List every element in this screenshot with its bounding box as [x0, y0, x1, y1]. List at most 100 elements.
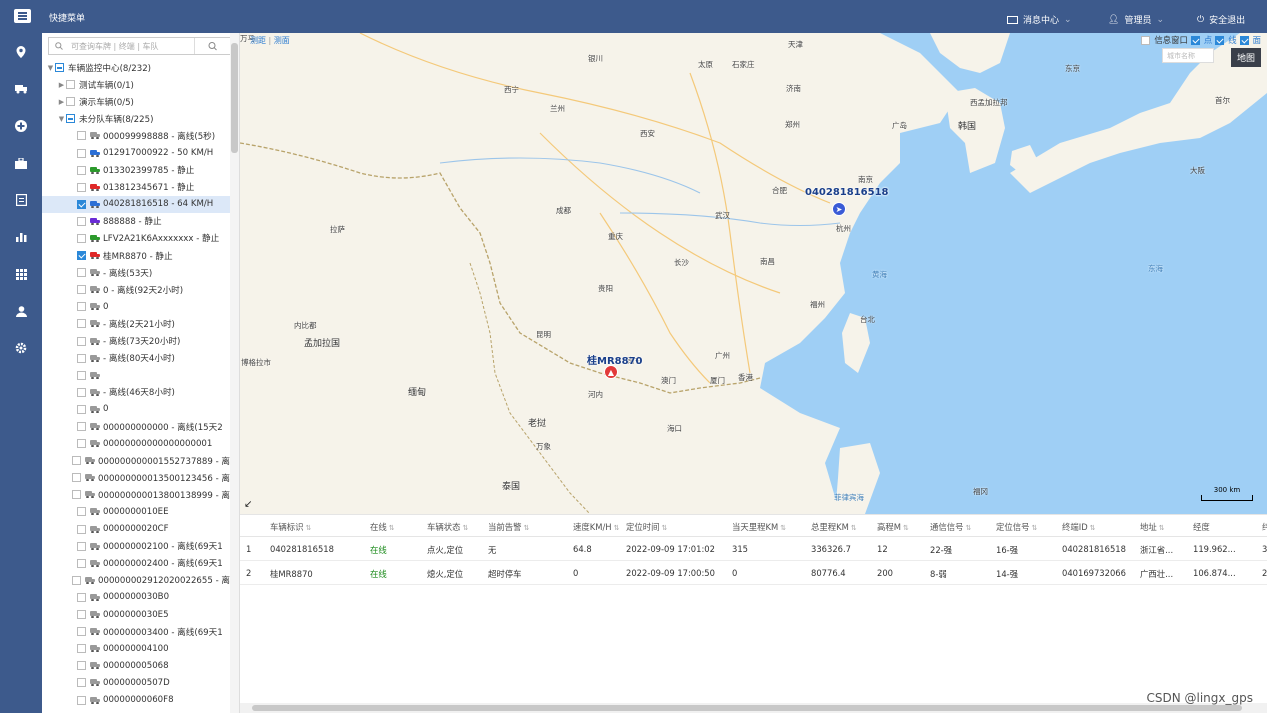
tree-row[interactable]: 000000000001552737889 - 离	[42, 452, 230, 469]
column-header[interactable]: 总里程KM ⇅	[811, 521, 857, 533]
tree-checkbox[interactable]	[77, 302, 86, 312]
tree-checkbox[interactable]	[77, 422, 86, 432]
sort-icon[interactable]: ⇅	[524, 524, 530, 532]
tree-row[interactable]: - 离线(80天4小时)	[42, 350, 230, 367]
tree-row[interactable]: 00000000000000000001	[42, 435, 230, 452]
table-row[interactable]: 2 桂MR8870 在线 熄火,定位 超时停车 0 2022-09-09 17:00:50 0…	[240, 561, 1267, 585]
tree-row[interactable]: - 离线(46天8小时)	[42, 384, 230, 401]
tree-row[interactable]: - 离线(2天21小时)	[42, 315, 230, 332]
column-header[interactable]: 定位时间 ⇅	[626, 521, 667, 533]
search-button[interactable]	[194, 38, 230, 54]
tree-row[interactable]: 000000005068	[42, 657, 230, 674]
tree-row[interactable]: 桂MR8870 - 静止	[42, 247, 230, 264]
column-header[interactable]: 定位信号 ⇅	[996, 521, 1037, 533]
city-search-input[interactable]: 城市名称	[1162, 48, 1214, 63]
tree-row[interactable]: 0 - 离线(92天2小时)	[42, 281, 230, 298]
tree-checkbox[interactable]	[77, 182, 86, 192]
tree-checkbox[interactable]	[77, 644, 86, 654]
sort-icon[interactable]: ⇅	[306, 524, 312, 532]
tree-row[interactable]: - 离线(53天)	[42, 264, 230, 281]
tree-row[interactable]: 013302399785 - 静止	[42, 162, 230, 179]
info-window-checkbox[interactable]	[1141, 35, 1151, 45]
tree-checkbox[interactable]	[77, 216, 86, 226]
column-header[interactable]: 终端ID ⇅	[1062, 521, 1096, 533]
sort-icon[interactable]: ⇅	[903, 524, 909, 532]
map-type-button[interactable]: 地图	[1230, 48, 1261, 67]
caret-right-icon[interactable]: ▶	[57, 81, 66, 89]
gear-icon[interactable]	[12, 341, 30, 355]
tree-row[interactable]: 000000000013800138999 - 离	[42, 486, 230, 503]
tree-row[interactable]: 00000000060F8	[42, 691, 230, 708]
messages-link[interactable]: 消息中心 ⌄	[1007, 13, 1072, 26]
tree-checkbox[interactable]	[77, 439, 86, 449]
tree-row[interactable]: 000000004100	[42, 640, 230, 657]
tree-checkbox[interactable]	[77, 541, 86, 551]
column-header[interactable]: 速度KM/H ⇅	[573, 521, 619, 533]
tree-row[interactable]: 00000000507D	[42, 674, 230, 691]
user-menu[interactable]: 👤︎ 管理员 ⌄	[1108, 13, 1164, 27]
column-header[interactable]: 纬度	[1262, 521, 1267, 533]
tree-row[interactable]: 000099998888 - 离线(5秒)	[42, 127, 230, 144]
line-checkbox[interactable]	[1215, 35, 1225, 45]
tree-row[interactable]: 000000000013500123456 - 离	[42, 469, 230, 486]
tree-row[interactable]: 040281816518 - 64 KM/H	[42, 195, 230, 213]
tree-checkbox[interactable]	[55, 63, 64, 73]
collapse-arrow-icon[interactable]: ↙	[244, 499, 252, 510]
column-header[interactable]: 车辆状态 ⇅	[427, 521, 468, 533]
column-header[interactable]: 高程M ⇅	[877, 521, 909, 533]
sort-icon[interactable]: ⇅	[1159, 524, 1165, 532]
tree-checkbox[interactable]	[77, 678, 86, 688]
tree-checkbox[interactable]	[77, 558, 86, 568]
sort-icon[interactable]: ⇅	[389, 524, 395, 532]
sort-icon[interactable]: ⇅	[966, 524, 972, 532]
column-header[interactable]: 当天里程KM ⇅	[732, 521, 786, 533]
tree-row[interactable]: 0000000030E5	[42, 606, 230, 623]
tree-row[interactable]: 0	[42, 298, 230, 315]
tree-row[interactable]: LFV2A21K6Axxxxxxx - 静止	[42, 230, 230, 247]
menu-toggle-icon[interactable]	[14, 9, 31, 23]
user-icon[interactable]	[12, 304, 30, 318]
table-row[interactable]: 1 040281816518 在线 点火,定位 无 64.8 2022-09-09 17:0…	[240, 537, 1267, 561]
tree-row[interactable]: 0000000030B0	[42, 589, 230, 606]
tree-checkbox[interactable]	[77, 199, 86, 209]
tree-checkbox[interactable]	[72, 456, 82, 466]
sort-icon[interactable]: ⇅	[1032, 524, 1038, 532]
column-header[interactable]: 在线 ⇅	[370, 521, 395, 533]
tree-checkbox[interactable]	[77, 387, 86, 397]
point-checkbox[interactable]	[1190, 35, 1200, 45]
vehicle-marker-040281816518[interactable]: ➤	[832, 202, 846, 216]
tree-checkbox[interactable]	[77, 695, 86, 705]
bar-chart-icon[interactable]	[12, 230, 30, 244]
tree-checkbox[interactable]	[66, 114, 75, 124]
location-pin-icon[interactable]	[12, 45, 30, 59]
tree-checkbox[interactable]	[77, 148, 86, 158]
tree-row[interactable]: 0000000010EE	[42, 503, 230, 520]
tree-row[interactable]: - 离线(73天20小时)	[42, 333, 230, 350]
tree-checkbox[interactable]	[77, 233, 86, 243]
measure-area-button[interactable]: 测面	[274, 36, 290, 45]
tree-row[interactable]: 000000002912020022655 - 离	[42, 572, 230, 589]
tree-checkbox[interactable]	[77, 627, 86, 637]
tree-checkbox[interactable]	[66, 80, 75, 90]
tree-checkbox[interactable]	[77, 285, 86, 295]
tree-checkbox[interactable]	[77, 165, 86, 175]
tree-row[interactable]: ▶ 演示车辆(0/5)	[42, 93, 230, 110]
tree-row[interactable]: 0	[42, 401, 230, 418]
sort-icon[interactable]: ⇅	[1090, 524, 1096, 532]
tree-checkbox[interactable]	[77, 404, 86, 414]
truck-icon[interactable]	[12, 82, 30, 96]
tree-scrollbar[interactable]	[230, 33, 239, 713]
table-horizontal-scrollbar[interactable]	[240, 703, 1267, 713]
tree-row[interactable]	[42, 367, 230, 384]
map-view[interactable]: 天津 石家庄 太原 银川 济南 西宁 兰州 郑州 西安 南京 合肥 成都 武汉 杭州 重庆 长沙 南昌 拉萨 贵阳福…	[240, 33, 1267, 514]
measure-distance-button[interactable]: 测距	[250, 36, 266, 45]
sort-icon[interactable]: ⇅	[851, 524, 857, 532]
caret-down-icon[interactable]: ▼	[57, 115, 66, 123]
tree-row[interactable]: ▶ 测试车辆(0/1)	[42, 76, 230, 93]
tree-checkbox[interactable]	[77, 592, 86, 602]
briefcase-icon[interactable]	[12, 156, 30, 170]
tree-row[interactable]: 000000003400 - 离线(69天1	[42, 623, 230, 640]
tree-checkbox[interactable]	[77, 507, 86, 517]
tree-checkbox[interactable]	[77, 524, 86, 534]
tree-checkbox[interactable]	[72, 575, 82, 585]
